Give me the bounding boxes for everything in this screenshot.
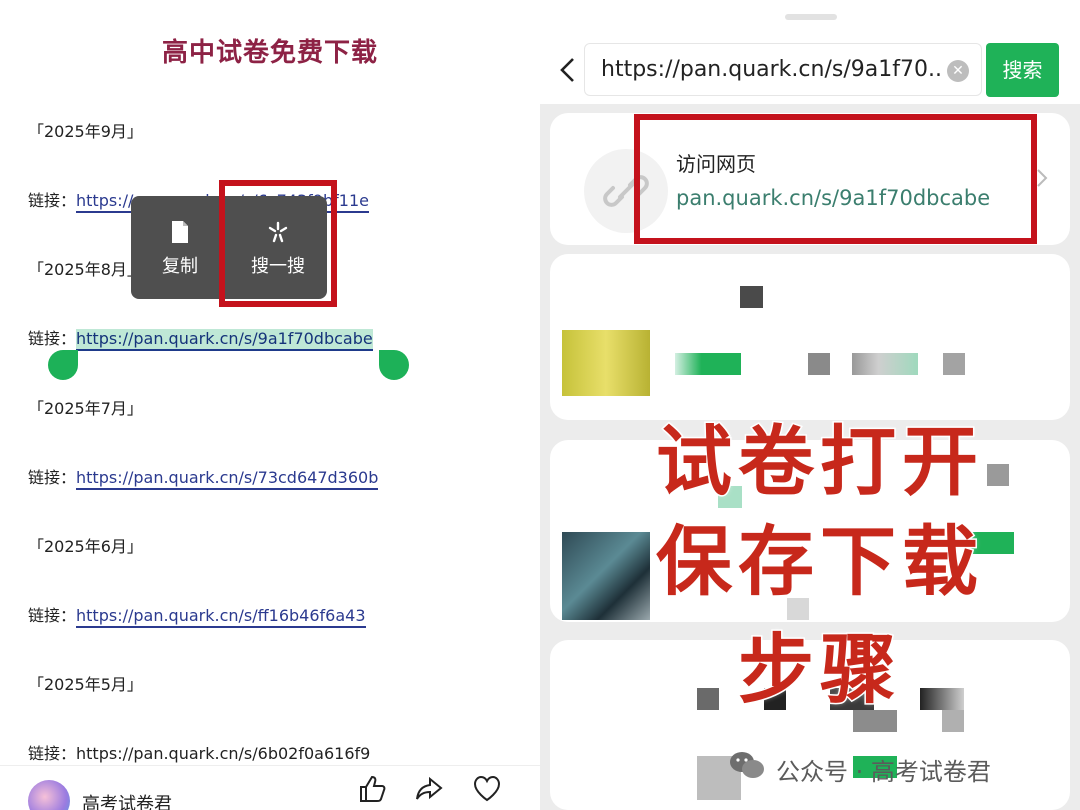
wechat-icon <box>730 752 764 778</box>
link-label: 链接： <box>28 329 77 348</box>
pixelated-thumbnail <box>562 330 650 396</box>
copy-label: 复制 <box>162 255 198 277</box>
link-label: 链接： <box>28 744 77 763</box>
month-heading: 「2025年7月」 <box>28 399 143 418</box>
pixelated-blur <box>943 353 965 375</box>
article-link[interactable]: https://pan.quark.cn/s/ff16b46f6a43 <box>76 606 366 628</box>
link-line: 链接：https://pan.quark.cn/s/ff16b46f6a43 <box>28 602 366 628</box>
article-pane: 高中试卷免费下载 「2025年9月」 链接：https://pan.quark.… <box>0 0 540 810</box>
pixelated-blur <box>808 353 830 375</box>
overlay-caption-line-3: 步骤 <box>737 624 902 716</box>
link-line: 链接：https://pan.quark.cn/s/73cd647d360b <box>28 464 379 490</box>
selection-handle-start[interactable] <box>48 350 78 380</box>
heart-icon[interactable] <box>472 774 502 804</box>
link-line: 链接：https://pan.quark.cn/s/9a1f70dbcabe <box>28 325 373 351</box>
highlight-box <box>219 180 337 307</box>
link-line: 链接：https://pan.quark.cn/s/6b02f0a616f9 <box>28 740 370 764</box>
pixelated-blur <box>852 353 918 375</box>
link-label: 链接： <box>28 191 77 210</box>
search-input[interactable]: https://pan.quark.cn/s/9a1f70... ✕ <box>584 43 982 96</box>
sheet-grabber[interactable] <box>785 14 837 20</box>
pixelated-blur <box>740 286 763 308</box>
link-label: 链接： <box>28 606 77 625</box>
link-label: 链接： <box>28 468 77 487</box>
copy-button[interactable]: 复制 <box>131 196 229 299</box>
overlay-caption-line-2: 保存下载 <box>655 516 984 608</box>
search-query: https://pan.quark.cn/s/9a1f70... <box>601 57 941 82</box>
screenshot-composite: 高中试卷免费下载 「2025年9月」 链接：https://pan.quark.… <box>0 0 1080 810</box>
like-icon[interactable] <box>357 774 387 804</box>
pixelated-blur <box>675 353 741 375</box>
month-heading: 「2025年9月」 <box>28 122 143 141</box>
author-name[interactable]: 高考试卷君 <box>82 790 172 810</box>
copy-icon <box>171 218 189 246</box>
highlight-box <box>634 114 1037 244</box>
article-footer: 高考试卷君 <box>0 765 540 810</box>
chevron-right-icon <box>1037 169 1048 187</box>
article-title: 高中试卷免费下载 <box>161 38 378 68</box>
month-heading: 「2025年5月」 <box>28 675 143 694</box>
article-link[interactable]: https://pan.quark.cn/s/73cd647d360b <box>76 468 379 490</box>
clear-icon[interactable]: ✕ <box>947 60 969 82</box>
selection-handle-end[interactable] <box>379 350 409 380</box>
back-chevron-icon[interactable] <box>556 56 580 84</box>
month-heading: 「2025年8月」 <box>28 260 143 279</box>
month-heading: 「2025年6月」 <box>28 537 143 556</box>
share-icon[interactable] <box>414 774 444 804</box>
watermark-text: 公众号 · 高考试卷君 <box>776 758 991 786</box>
search-pane: https://pan.quark.cn/s/9a1f70... ✕ 搜索 访问… <box>540 0 1080 810</box>
overlay-caption-line-1: 试卷打开 <box>655 416 984 508</box>
search-header: https://pan.quark.cn/s/9a1f70... ✕ 搜索 <box>540 0 1080 104</box>
avatar[interactable] <box>28 780 70 810</box>
search-submit-button[interactable]: 搜索 <box>986 43 1059 97</box>
selected-article-link[interactable]: https://pan.quark.cn/s/9a1f70dbcabe <box>76 329 373 351</box>
article-link[interactable]: https://pan.quark.cn/s/6b02f0a616f9 <box>76 744 370 763</box>
